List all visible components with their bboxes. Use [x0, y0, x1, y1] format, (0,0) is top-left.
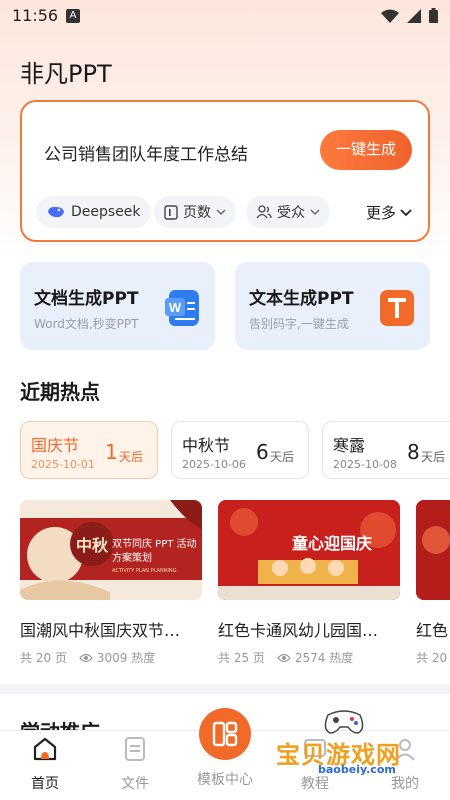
template-meta: 共 25 页 2574 热度 [218, 649, 353, 666]
pages-chip-label: 页数 [183, 205, 211, 221]
prompt-card: 公司销售团队年度工作总结 一键生成 Deepseek 页数 受众 更多 [20, 100, 430, 242]
template-thumbnail-text: 童心迎国庆 [292, 534, 373, 553]
template-center-button[interactable] [199, 708, 251, 760]
nav-home[interactable]: 首页 [10, 735, 80, 793]
doc-to-ppt-title: 文档生成PPT [34, 289, 139, 309]
template-pages: 共 20 页 [20, 651, 67, 665]
app-title: 非凡PPT [20, 60, 112, 88]
chevron-down-icon [216, 209, 226, 215]
template-title[interactable]: 红色卡通风幼儿园国… [218, 617, 396, 641]
hot-section-title: 近期热点 [20, 380, 100, 404]
deepseek-icon [48, 206, 64, 218]
more-options-label: 更多 [366, 204, 397, 222]
word-doc-icon: W [165, 290, 199, 326]
text-to-ppt-title: 文本生成PPT [249, 289, 354, 309]
holiday-name: 国庆节 [31, 436, 80, 455]
model-chip-label: Deepseek [71, 204, 141, 220]
holiday-date: 2025-10-08 [333, 458, 397, 471]
holiday-date: 2025-10-06 [182, 458, 246, 471]
more-options-button[interactable]: 更多 [366, 202, 412, 223]
holiday-name: 寒露 [333, 436, 366, 455]
audience-icon [256, 205, 272, 219]
status-icons [381, 8, 438, 23]
template-thumbnail[interactable] [416, 500, 450, 600]
holiday-unit: 天后 [119, 450, 144, 464]
eye-icon [79, 653, 93, 662]
holiday-card[interactable]: 国庆节 2025-10-01 1 天后 [20, 421, 158, 479]
audience-chip-label: 受众 [277, 205, 305, 221]
template-thumbnail-char: 中秋 [76, 536, 109, 555]
template-meta: 共 20 [416, 649, 450, 666]
template-pages: 共 25 页 [218, 651, 265, 665]
text-to-ppt-subtitle: 告别码字,一键生成 [249, 317, 349, 331]
gamepad-icon [324, 710, 364, 734]
holiday-days: 6 [256, 440, 269, 464]
template-thumbnail[interactable]: 童心迎国庆 [218, 500, 400, 600]
battery-icon [429, 8, 438, 23]
holiday-days: 1 [105, 440, 118, 464]
template-meta: 共 20 页 3009 热度 [20, 649, 155, 666]
doc-to-ppt-subtitle: Word文档,秒变PPT [34, 317, 139, 331]
home-icon [33, 737, 57, 761]
nav-home-label: 首页 [31, 776, 59, 792]
holiday-date: 2025-10-01 [31, 458, 95, 471]
template-title[interactable]: 红色 [416, 617, 450, 641]
audience-chip[interactable]: 受众 [246, 196, 330, 228]
wifi-icon [381, 9, 399, 23]
template-thumbnail-art [416, 500, 450, 600]
svg-text:W: W [169, 300, 182, 315]
template-thumbnail[interactable]: 中秋 双节同庆 PPT 活动方案策划 ACTIVITY PLAN PLANNIN… [20, 500, 202, 600]
text-to-ppt-card[interactable]: 文本生成PPT 告别码字,一键生成 [235, 262, 430, 350]
notification-icon: A [66, 9, 80, 23]
pages-icon [164, 204, 178, 220]
status-bar: 11:56 A [0, 0, 450, 32]
holiday-unit: 天后 [270, 450, 295, 464]
text-t-icon [380, 290, 414, 326]
holiday-days: 8 [407, 440, 420, 464]
section-divider [0, 684, 450, 694]
template-pages: 共 20 [416, 651, 448, 665]
prompt-input[interactable]: 公司销售团队年度工作总结 [44, 140, 248, 165]
watermark: 宝贝游戏网 baobeiy.com [270, 705, 445, 785]
doc-to-ppt-card[interactable]: 文档生成PPT Word文档,秒变PPT W [20, 262, 215, 350]
nav-templates-label: 模板中心 [197, 772, 253, 788]
template-title[interactable]: 国潮风中秋国庆双节… [20, 617, 195, 641]
pages-chip[interactable]: 页数 [154, 196, 236, 228]
model-chip[interactable]: Deepseek [36, 196, 151, 228]
holiday-name: 中秋节 [182, 436, 231, 455]
holiday-card[interactable]: 寒露 2025-10-08 8 天后 [322, 421, 450, 479]
holiday-unit: 天后 [421, 450, 446, 464]
eye-icon [277, 653, 291, 662]
chevron-down-icon [400, 208, 412, 216]
file-icon [125, 737, 145, 761]
template-icon [212, 721, 238, 747]
nav-files-label: 文件 [121, 776, 149, 792]
watermark-url: baobeiy.com [318, 763, 396, 776]
template-heat: 3009 热度 [96, 651, 156, 665]
nav-files[interactable]: 文件 [100, 735, 170, 793]
chevron-down-icon [310, 209, 320, 215]
holiday-card[interactable]: 中秋节 2025-10-06 6 天后 [171, 421, 309, 479]
template-heat: 2574 热度 [294, 651, 354, 665]
status-time: 11:56 [12, 6, 59, 25]
generate-button[interactable]: 一键生成 [320, 130, 412, 170]
template-thumbnail-en: ACTIVITY PLAN PLANNING [112, 568, 177, 574]
template-thumbnail-text: 双节同庆 PPT 活动方案策划 [112, 539, 197, 564]
signal-icon [407, 8, 421, 23]
